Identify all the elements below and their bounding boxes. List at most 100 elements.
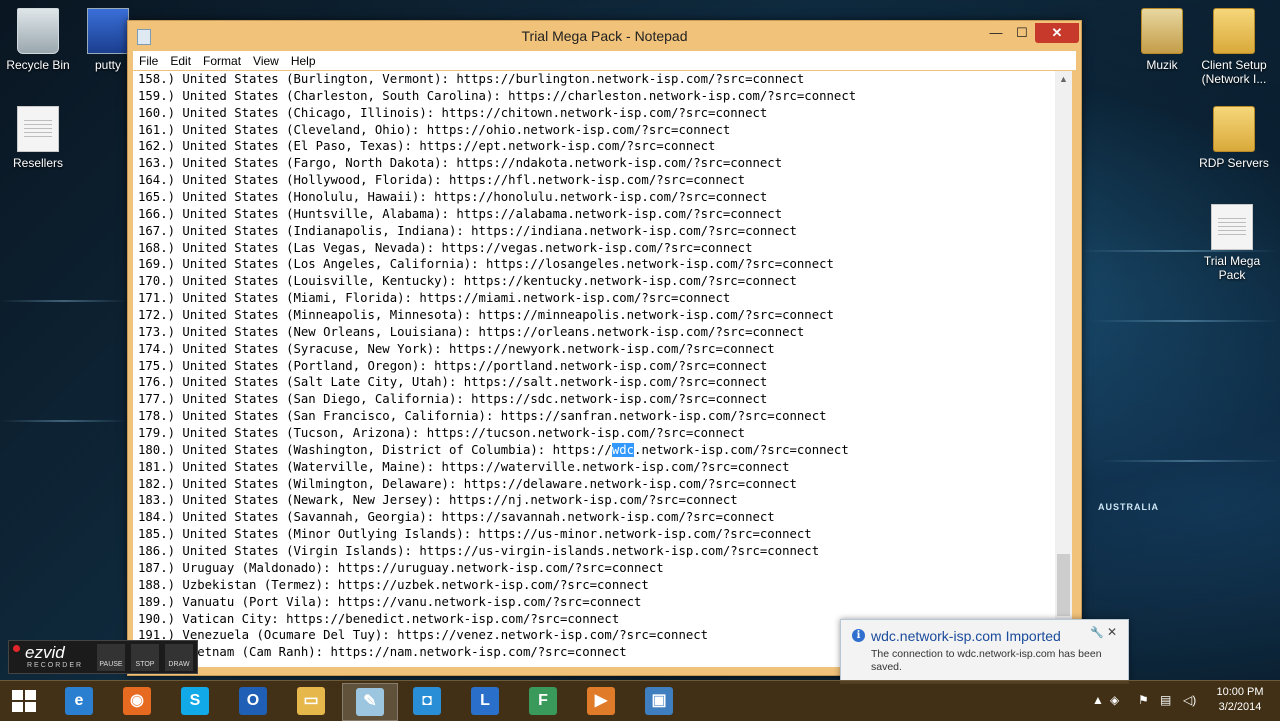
stop-button[interactable]: STOP bbox=[131, 644, 159, 671]
wrench-icon[interactable]: 🔧 bbox=[1090, 626, 1104, 639]
network-isp-tray-icon[interactable]: ◈ bbox=[1110, 693, 1119, 707]
text-line[interactable]: 172.) United States (Minneapolis, Minnes… bbox=[133, 307, 1055, 324]
notification-toast[interactable]: i wdc.network-isp.com Imported The conne… bbox=[840, 619, 1129, 684]
text-line[interactable]: 171.) United States (Miami, Florida): ht… bbox=[133, 290, 1055, 307]
text-line[interactable]: 183.) United States (Newark, New Jersey)… bbox=[133, 492, 1055, 509]
folder-icon bbox=[1213, 8, 1255, 54]
scrollbar-thumb[interactable] bbox=[1057, 554, 1070, 616]
desktop-icon-trial-mega-pack[interactable]: Trial Mega Pack bbox=[1194, 204, 1270, 282]
record-indicator-icon bbox=[13, 645, 20, 652]
desktop-icon-label: Client Setup (Network I... bbox=[1201, 58, 1267, 86]
taskbar-remote-desktop-button[interactable]: ▣ bbox=[632, 683, 686, 719]
start-button[interactable] bbox=[12, 690, 36, 712]
taskbar-skype-button[interactable]: S bbox=[168, 683, 222, 719]
remote-desktop-icon: ▣ bbox=[645, 687, 673, 715]
close-button[interactable]: ✕ bbox=[1035, 23, 1079, 43]
text-line[interactable]: 184.) United States (Savannah, Georgia):… bbox=[133, 509, 1055, 526]
text-line[interactable]: 189.) Vanuatu (Port Vila): https://vanu.… bbox=[133, 594, 1055, 611]
vertical-scrollbar[interactable]: ▲ ▼ bbox=[1055, 71, 1072, 667]
text-line[interactable]: 163.) United States (Fargo, North Dakota… bbox=[133, 155, 1055, 172]
volume-icon[interactable]: ◁) bbox=[1183, 693, 1196, 707]
window-title: Trial Mega Pack - Notepad bbox=[521, 28, 688, 44]
notepad-icon: ✎ bbox=[356, 688, 384, 716]
close-notification-icon[interactable]: ✕ bbox=[1107, 625, 1117, 639]
clock[interactable]: 10:00 PM 3/2/2014 bbox=[1210, 685, 1270, 715]
ezvid-subtitle: RECORDER bbox=[27, 662, 84, 669]
text-line[interactable]: 166.) United States (Huntsville, Alabama… bbox=[133, 206, 1055, 223]
menu-edit[interactable]: Edit bbox=[164, 51, 197, 69]
menu-view[interactable]: View bbox=[247, 51, 285, 69]
taskbar-media-button[interactable]: ▶ bbox=[574, 683, 628, 719]
action-center-icon[interactable]: ⚑ bbox=[1138, 693, 1149, 707]
text-line[interactable]: 170.) United States (Louisville, Kentuck… bbox=[133, 273, 1055, 290]
text-line[interactable]: 165.) United States (Honolulu, Hawaii): … bbox=[133, 189, 1055, 206]
folder-icon bbox=[1141, 8, 1183, 54]
text-line[interactable]: 176.) United States (Salt Late City, Uta… bbox=[133, 374, 1055, 391]
text-line[interactable]: 177.) United States (San Diego, Californ… bbox=[133, 391, 1055, 408]
taskbar: e ◉ S O ▭ ✎ ◘ L F ▶ ▣ ▲ ◈ ⚑ ▤ ◁) 10:00 PM 3/2/2014 bbox=[0, 680, 1280, 721]
text-line[interactable]: 169.) United States (Los Angeles, Califo… bbox=[133, 256, 1055, 273]
selected-text[interactable]: wdc bbox=[611, 442, 635, 457]
text-line[interactable]: 159.) United States (Charleston, South C… bbox=[133, 88, 1055, 105]
text-editor[interactable]: 158.) United States (Burlington, Vermont… bbox=[133, 71, 1055, 667]
text-line[interactable]: 186.) United States (Virgin Islands): ht… bbox=[133, 543, 1055, 560]
text-line[interactable]: 178.) United States (San Francisco, Cali… bbox=[133, 408, 1055, 425]
notification-title: wdc.network-isp.com Imported bbox=[871, 628, 1061, 644]
desktop-icon-label: Muzik bbox=[1146, 58, 1178, 72]
text-line[interactable]: 158.) United States (Burlington, Vermont… bbox=[133, 71, 1055, 88]
text-line[interactable]: 187.) Uruguay (Maldonado): https://urugu… bbox=[133, 560, 1055, 577]
minimize-button[interactable]: — bbox=[984, 23, 1008, 43]
draw-button[interactable]: DRAW bbox=[165, 644, 193, 671]
desktop-icon-label: Trial Mega Pack bbox=[1203, 254, 1261, 282]
firefox-icon: ◉ bbox=[123, 687, 151, 715]
menu-format[interactable]: Format bbox=[197, 51, 247, 69]
media-icon: ▶ bbox=[587, 687, 615, 715]
desktop-icon-muzik[interactable]: Muzik bbox=[1124, 8, 1200, 72]
ezvid-recorder: ezvid RECORDER PAUSE STOP DRAW bbox=[8, 640, 198, 674]
desktop-icon-client-setup[interactable]: Client Setup (Network I... bbox=[1194, 8, 1274, 86]
putty-icon bbox=[87, 8, 129, 54]
text-line[interactable]: 180.) United States (Washington, Distric… bbox=[133, 442, 1055, 459]
text-line[interactable]: 185.) United States (Minor Outlying Isla… bbox=[133, 526, 1055, 543]
wallpaper-streak bbox=[1100, 460, 1280, 462]
maximize-button[interactable]: ☐ bbox=[1010, 23, 1034, 43]
text-line[interactable]: 173.) United States (New Orleans, Louisi… bbox=[133, 324, 1055, 341]
recycle-bin-icon bbox=[17, 8, 59, 54]
skype-icon: S bbox=[181, 687, 209, 715]
text-line[interactable]: 174.) United States (Syracuse, New York)… bbox=[133, 341, 1055, 358]
show-hidden-icons-icon[interactable]: ▲ bbox=[1092, 693, 1104, 707]
text-line[interactable]: 179.) United States (Tucson, Arizona): h… bbox=[133, 425, 1055, 442]
taskbar-lync-button[interactable]: L bbox=[458, 683, 512, 719]
taskbar-ie-button[interactable]: e bbox=[52, 683, 106, 719]
desktop-icon-rdp-servers[interactable]: RDP Servers bbox=[1194, 106, 1274, 170]
scroll-up-icon[interactable]: ▲ bbox=[1055, 71, 1072, 88]
title-bar[interactable]: Trial Mega Pack - Notepad — ☐ ✕ bbox=[128, 21, 1081, 51]
text-line[interactable]: 188.) Uzbekistan (Termez): https://uzbek… bbox=[133, 577, 1055, 594]
taskbar-folder-app-button[interactable]: ◘ bbox=[400, 683, 454, 719]
desktop-icon-recycle-bin[interactable]: Recycle Bin bbox=[0, 8, 76, 72]
text-line[interactable]: 160.) United States (Chicago, Illinois):… bbox=[133, 105, 1055, 122]
menu-help[interactable]: Help bbox=[285, 51, 322, 69]
network-icon[interactable]: ▤ bbox=[1160, 693, 1171, 707]
taskbar-firefox-button[interactable]: ◉ bbox=[110, 683, 164, 719]
text-line[interactable]: 162.) United States (El Paso, Texas): ht… bbox=[133, 138, 1055, 155]
desktop-icon-resellers[interactable]: Resellers bbox=[0, 106, 76, 170]
desktop-icon-label: Resellers bbox=[12, 156, 63, 170]
text-line[interactable]: 167.) United States (Indianapolis, India… bbox=[133, 223, 1055, 240]
taskbar-outlook-button[interactable]: O bbox=[226, 683, 280, 719]
text-line[interactable]: 175.) United States (Portland, Oregon): … bbox=[133, 358, 1055, 375]
menu-file[interactable]: File bbox=[133, 51, 164, 69]
pause-button[interactable]: PAUSE bbox=[97, 644, 125, 671]
text-line[interactable]: 161.) United States (Cleveland, Ohio): h… bbox=[133, 122, 1055, 139]
text-line[interactable]: 182.) United States (Wilmington, Delawar… bbox=[133, 476, 1055, 493]
text-line[interactable]: 181.) United States (Waterville, Maine):… bbox=[133, 459, 1055, 476]
text-line[interactable]: 164.) United States (Hollywood, Florida)… bbox=[133, 172, 1055, 189]
ftp-icon: F bbox=[529, 687, 557, 715]
taskbar-ftp-button[interactable]: F bbox=[516, 683, 570, 719]
text-line[interactable]: 168.) United States (Las Vegas, Nevada):… bbox=[133, 240, 1055, 257]
taskbar-notepad-button[interactable]: ✎ bbox=[342, 683, 398, 721]
line-suffix: .network-isp.com/?src=connect bbox=[634, 442, 849, 457]
info-icon: i bbox=[852, 629, 865, 642]
taskbar-folder-button[interactable]: ▭ bbox=[284, 683, 338, 719]
wallpaper-streak bbox=[1090, 320, 1280, 322]
